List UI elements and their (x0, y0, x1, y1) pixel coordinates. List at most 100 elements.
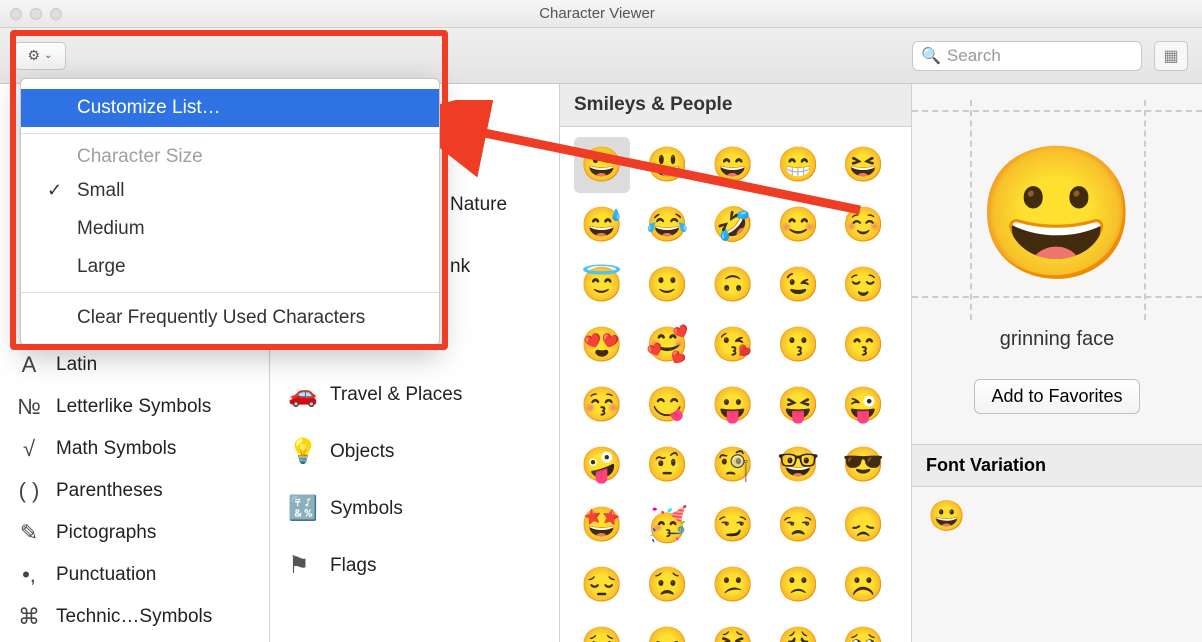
minimize-window-icon[interactable] (30, 8, 42, 20)
category-icon: √ (16, 436, 42, 462)
emoji-cell[interactable]: 🥳 (639, 497, 695, 553)
emoji-cell[interactable]: 😒 (770, 497, 826, 553)
emoji-cell[interactable]: 😣 (574, 617, 630, 642)
settings-menu-button[interactable]: ⚙︎ ⌄ (14, 42, 66, 70)
emoji-cell[interactable]: 😍 (574, 317, 630, 373)
category-label: Punctuation (56, 564, 156, 586)
window-controls[interactable] (10, 8, 62, 20)
menu-customize-list[interactable]: Customize List… (21, 89, 439, 127)
emoji-cell[interactable]: 😔 (574, 557, 630, 613)
emoji-cell[interactable]: 😅 (574, 197, 630, 253)
chevron-down-icon: ⌄ (44, 50, 52, 61)
emoji-cell[interactable]: 😋 (639, 377, 695, 433)
subcategory-label: Objects (330, 441, 394, 463)
category-icon: ( ) (16, 478, 42, 504)
category-label: Letterlike Symbols (56, 396, 211, 418)
detail-name: grinning face (912, 328, 1202, 351)
emoji-cell[interactable]: 😚 (574, 377, 630, 433)
menu-separator (21, 292, 439, 293)
emoji-cell[interactable]: 😇 (574, 257, 630, 313)
emoji-cell[interactable]: 😕 (705, 557, 761, 613)
search-icon: 🔍 (921, 46, 941, 66)
subcategory-label: Flags (330, 555, 376, 577)
menu-size-label: Character Size (21, 140, 439, 172)
menu-clear-frequent[interactable]: Clear Frequently Used Characters (21, 299, 439, 337)
emoji-cell[interactable]: 😛 (705, 377, 761, 433)
subcategory-label: Travel & Places (330, 384, 462, 406)
subcategory-item[interactable]: ⚑ Flags (270, 537, 559, 594)
emoji-cell[interactable]: 😎 (836, 437, 892, 493)
emoji-cell[interactable]: 😫 (705, 617, 761, 642)
emoji-cell[interactable]: 😞 (836, 497, 892, 553)
category-item[interactable]: ⌘Technic…Symbols (0, 596, 269, 638)
category-label: Parentheses (56, 480, 163, 502)
emoji-cell[interactable]: 😩 (770, 617, 826, 642)
emoji-cell[interactable]: 😜 (836, 377, 892, 433)
emoji-cell[interactable]: 🤪 (574, 437, 630, 493)
emoji-cell[interactable]: 😙 (836, 317, 892, 373)
emoji-cell[interactable]: 🤓 (770, 437, 826, 493)
emoji-cell[interactable]: 😉 (770, 257, 826, 313)
emoji-cell[interactable]: 🥰 (639, 317, 695, 373)
category-label: Pictographs (56, 522, 156, 544)
emoji-cell[interactable]: 🤣 (705, 197, 761, 253)
subcategory-item[interactable]: 🚗 Travel & Places (270, 366, 559, 423)
subcategory-label: Symbols (330, 498, 403, 520)
emoji-cell[interactable]: 🧐 (705, 437, 761, 493)
peek-text: Nature (450, 194, 507, 216)
emoji-cell[interactable]: 🙃 (705, 257, 761, 313)
subcategory-icon: ⚑ (288, 551, 314, 580)
menu-size-small[interactable]: ✓ Small (21, 172, 439, 210)
font-variation-header: Font Variation (912, 444, 1202, 487)
subcategory-item[interactable]: 🔣Symbols (270, 480, 559, 537)
category-item[interactable]: •,Punctuation (0, 554, 269, 596)
gear-icon: ⚙︎ (28, 47, 41, 64)
grid-view-toggle[interactable]: ▦ (1154, 41, 1188, 71)
emoji-cell[interactable]: 😀 (574, 137, 630, 193)
category-item[interactable]: √Math Symbols (0, 428, 269, 470)
grid-icon: ▦ (1163, 46, 1178, 66)
toolbar: ⚙︎ ⌄ 🔍 Search ▦ (0, 28, 1202, 84)
emoji-cell[interactable]: 🤩 (574, 497, 630, 553)
search-input[interactable]: 🔍 Search (912, 41, 1142, 71)
menu-size-large[interactable]: Large (21, 248, 439, 286)
emoji-cell[interactable]: 🙁 (770, 557, 826, 613)
emoji-cell[interactable]: 🥺 (836, 617, 892, 642)
emoji-cell[interactable]: 😌 (836, 257, 892, 313)
zoom-window-icon[interactable] (50, 8, 62, 20)
emoji-cell[interactable]: 😄 (705, 137, 761, 193)
category-item[interactable]: ✎Pictographs (0, 512, 269, 554)
add-to-favorites-button[interactable]: Add to Favorites (974, 379, 1139, 414)
emoji-cell[interactable]: 😝 (770, 377, 826, 433)
emoji-cell[interactable]: 😗 (770, 317, 826, 373)
subcategory-icon: 💡 (288, 437, 314, 466)
peek-text: le (450, 120, 465, 142)
emoji-cell[interactable]: 🤨 (639, 437, 695, 493)
category-item[interactable]: ( ) Parentheses (0, 470, 269, 512)
emoji-cell[interactable]: ☹️ (836, 557, 892, 613)
emoji-cell[interactable]: 😊 (770, 197, 826, 253)
emoji-cell[interactable]: 😃 (639, 137, 695, 193)
close-window-icon[interactable] (10, 8, 22, 20)
emoji-cell[interactable]: 😁 (770, 137, 826, 193)
category-item[interactable]: ALatin (0, 344, 269, 386)
detail-panel: 😀 grinning face Add to Favorites Font Va… (912, 84, 1202, 642)
emoji-grid: 😀😃😄😁😆 😅😂🤣😊☺️ 😇🙂🙃😉😌 😍🥰😘😗😙 😚😋😛😝😜 🤪🤨🧐🤓😎 🤩🥳😏😒😞 😔😟😕🙁… (560, 127, 911, 642)
menu-size-medium[interactable]: Medium (21, 210, 439, 248)
emoji-cell[interactable]: 😂 (639, 197, 695, 253)
emoji-cell[interactable]: 😏 (705, 497, 761, 553)
emoji-cell[interactable]: 😖 (639, 617, 695, 642)
category-label: Latin (56, 354, 97, 376)
category-label: Technic…Symbols (56, 606, 212, 628)
detail-glyph: 😀 (912, 148, 1202, 278)
subcategory-icon: 🚗 (288, 380, 314, 409)
emoji-cell[interactable]: ☺️ (836, 197, 892, 253)
emoji-cell[interactable]: 😟 (639, 557, 695, 613)
window-title: Character Viewer (62, 5, 1132, 22)
emoji-cell[interactable]: 😆 (836, 137, 892, 193)
subcategory-item[interactable]: 💡 Objects (270, 423, 559, 480)
emoji-cell[interactable]: 🙂 (639, 257, 695, 313)
category-item[interactable]: №Letterlike Symbols (0, 386, 269, 428)
checkmark-icon: ✓ (47, 180, 62, 201)
emoji-cell[interactable]: 😘 (705, 317, 761, 373)
